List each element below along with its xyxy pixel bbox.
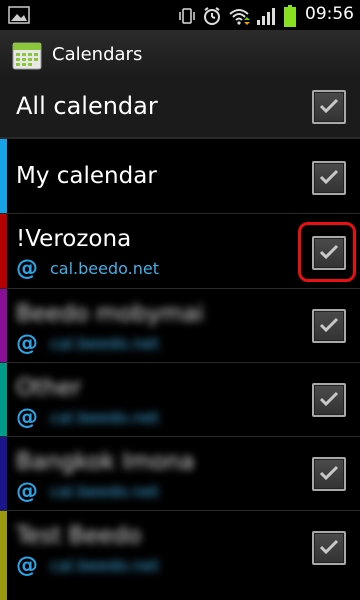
all-calendar-checkbox[interactable]	[312, 90, 346, 124]
vibrate-icon	[179, 8, 195, 24]
calendar-color-bar	[0, 214, 7, 288]
alarm-icon	[204, 7, 220, 25]
calendar-color-bar	[0, 511, 7, 600]
calendar-name: !Verozona	[16, 226, 132, 252]
calendar-row-verozona[interactable]: !Verozona @ cal.beedo.net	[0, 214, 360, 289]
checkbox-highlight-annotation	[298, 222, 356, 282]
status-bar: 09:56	[0, 0, 360, 30]
calendar-color-bar	[0, 139, 7, 213]
status-icons	[178, 5, 296, 27]
clock: 09:56	[305, 4, 354, 24]
at-icon: @	[16, 405, 38, 430]
calendar-name: Test Beedo	[16, 523, 142, 549]
at-icon: @	[16, 553, 38, 578]
checkmark-icon	[319, 465, 339, 481]
calendar-color-bar	[0, 363, 7, 436]
calendar-name: Other	[16, 375, 82, 401]
action-bar: Calendars	[0, 30, 360, 80]
checkmark-icon	[319, 98, 339, 114]
calendar-checkbox[interactable]	[312, 531, 346, 565]
calendar-color-bar	[0, 289, 7, 362]
battery-icon	[284, 5, 296, 27]
calendar-row[interactable]: Bangkok Imona @ cal.beedo.net	[0, 437, 360, 511]
calendar-row-my-calendar[interactable]: My calendar	[0, 139, 360, 214]
calendar-checkbox[interactable]	[312, 161, 346, 195]
calendar-name: My calendar	[16, 163, 157, 189]
calendar-checkbox[interactable]	[312, 309, 346, 343]
calendar-app-icon[interactable]	[12, 40, 42, 70]
checkmark-icon	[319, 539, 339, 555]
calendar-row[interactable]: Beedo mobymai @ cal.beedo.net	[0, 289, 360, 363]
page-title: Calendars	[52, 44, 143, 65]
checkmark-icon	[319, 317, 339, 333]
calendar-account: cal.beedo.net	[50, 408, 159, 427]
all-calendar-label: All calendar	[16, 92, 158, 120]
calendar-row[interactable]: Other @ cal.beedo.net	[0, 363, 360, 437]
all-calendar-row[interactable]: All calendar	[0, 80, 360, 139]
calendar-account: cal.beedo.net	[50, 482, 159, 501]
calendar-checkbox[interactable]	[312, 383, 346, 417]
wifi-icon	[229, 9, 250, 25]
calendar-account: cal.beedo.net	[50, 334, 159, 353]
calendar-account: cal.beedo.net	[50, 259, 159, 278]
calendar-checkbox[interactable]	[312, 457, 346, 491]
at-icon: @	[16, 479, 38, 504]
calendar-row[interactable]: Test Beedo @ cal.beedo.net	[0, 511, 360, 600]
checkmark-icon	[319, 169, 339, 185]
at-icon: @	[16, 256, 38, 281]
at-icon: @	[16, 331, 38, 356]
calendar-account: cal.beedo.net	[50, 556, 159, 575]
calendar-name: Bangkok Imona	[16, 449, 195, 475]
signal-icon	[257, 8, 275, 25]
calendar-color-bar	[0, 437, 7, 510]
calendar-name: Beedo mobymai	[16, 301, 204, 327]
gallery-icon	[8, 6, 30, 24]
checkmark-icon	[319, 391, 339, 407]
